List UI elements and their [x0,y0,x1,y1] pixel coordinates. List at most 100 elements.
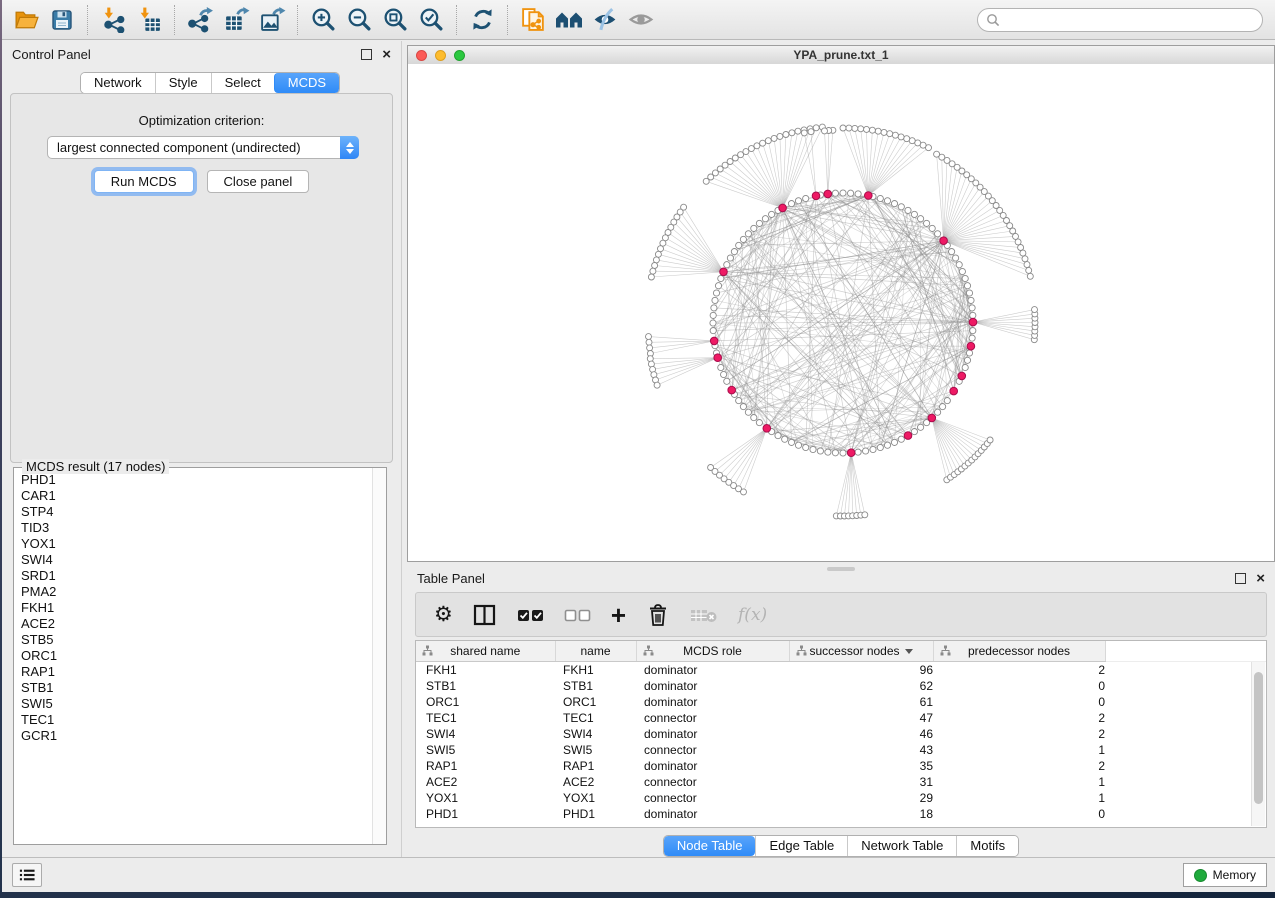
graph-node[interactable] [832,190,838,196]
graph-node[interactable] [855,449,861,455]
graph-leaf-node[interactable] [840,125,846,131]
mcds-result-item[interactable]: YOX1 [14,536,372,552]
graph-edge[interactable] [973,322,1035,335]
graph-leaf-node[interactable] [654,382,660,388]
graph-node[interactable] [863,448,869,454]
table-row[interactable]: TEC1TEC1connector472 [416,710,1266,726]
graph-node[interactable] [731,249,737,255]
mcds-result-item[interactable]: SWI5 [14,696,372,712]
graph-node[interactable] [775,433,781,439]
tab-mcds[interactable]: MCDS [274,73,339,93]
save-session-button[interactable] [44,3,80,37]
table-settings-button[interactable]: ⚙ [434,600,453,630]
graph-edge[interactable] [783,131,798,208]
graph-node[interactable] [712,297,718,303]
mcds-result-item[interactable]: CAR1 [14,488,372,504]
graph-leaf-node[interactable] [777,133,783,139]
graph-node[interactable] [756,220,762,226]
mcds-result-item[interactable]: FKH1 [14,600,372,616]
column-header-shared-name[interactable]: shared name [416,641,555,662]
graph-node[interactable] [944,398,950,404]
zoom-fit-button[interactable] [377,3,413,37]
graph-node[interactable] [710,320,716,326]
float-table-panel-icon[interactable] [1235,573,1246,584]
graph-edge[interactable] [653,358,718,370]
table-row[interactable]: FKH1FKH1dominator962 [416,662,1266,679]
graph-node[interactable] [751,415,757,421]
graph-node[interactable] [970,328,976,334]
graph-leaf-node[interactable] [754,143,760,149]
graph-node[interactable] [969,305,975,311]
graph-dominator-node[interactable] [847,449,855,457]
graph-node[interactable] [724,378,730,384]
graph-node[interactable] [956,262,962,268]
graph-edge[interactable] [932,418,965,466]
tab-motifs[interactable]: Motifs [956,836,1018,856]
graph-edge[interactable] [739,428,767,489]
graph-node[interactable] [825,449,831,455]
mcds-list-scrollbar[interactable] [372,468,386,844]
table-row[interactable]: SWI5SWI5connector431 [416,742,1266,758]
graph-node[interactable] [949,249,955,255]
graph-edge[interactable] [868,148,928,196]
graph-edge[interactable] [835,193,971,346]
graph-leaf-node[interactable] [646,334,652,340]
column-header-MCDS-role[interactable]: MCDS role [636,641,789,662]
graph-edge[interactable] [973,322,1035,327]
graph-dominator-node[interactable] [969,318,977,326]
graph-leaf-node[interactable] [650,268,656,274]
table-row[interactable]: SWI4SWI4dominator462 [416,726,1266,742]
graph-node[interactable] [769,211,775,217]
optimization-criterion-select[interactable]: largest connected component (undirected) [47,136,359,159]
graph-edge[interactable] [677,217,724,272]
close-table-panel-icon[interactable]: × [1256,574,1265,583]
graph-node[interactable] [935,231,941,237]
graph-node[interactable] [795,198,801,204]
graph-node[interactable] [966,350,972,356]
import-table-button[interactable] [131,3,167,37]
graph-edge[interactable] [748,234,894,443]
graph-node[interactable] [727,255,733,261]
column-header-successor-nodes[interactable]: successor nodes [789,641,933,662]
graph-edge[interactable] [973,314,1035,322]
graph-node[interactable] [756,420,762,426]
network-graph-canvas[interactable] [408,64,1274,561]
graph-dominator-node[interactable] [779,204,787,212]
graph-edge[interactable] [650,341,714,354]
add-column-button[interactable]: + [611,600,626,630]
import-network-button[interactable] [95,3,131,37]
graph-dominator-node[interactable] [720,268,728,276]
graph-leaf-node[interactable] [813,125,819,131]
open-file-button[interactable] [8,3,44,37]
graph-leaf-node[interactable] [892,132,898,138]
graph-leaf-node[interactable] [881,129,887,135]
table-row[interactable]: PHD1PHD1dominator180 [416,806,1266,822]
deselect-all-rows-button[interactable] [564,600,591,630]
graph-leaf-node[interactable] [904,136,910,142]
graph-node[interactable] [891,439,897,445]
graph-node[interactable] [924,220,930,226]
mcds-result-item[interactable]: TID3 [14,520,372,536]
graph-node[interactable] [740,404,746,410]
graph-node[interactable] [935,409,941,415]
graph-node[interactable] [870,446,876,452]
graph-node[interactable] [962,275,968,281]
graph-leaf-node[interactable] [647,345,653,351]
graph-leaf-node[interactable] [1022,256,1028,262]
graph-dominator-node[interactable] [763,425,771,433]
graph-node[interactable] [715,283,721,289]
show-all-button[interactable] [623,3,659,37]
graph-leaf-node[interactable] [748,146,754,152]
graph-node[interactable] [832,450,838,456]
refresh-layout-button[interactable] [464,3,500,37]
run-mcds-button[interactable]: Run MCDS [94,170,194,193]
graph-edge[interactable] [720,428,767,475]
graph-leaf-node[interactable] [1018,245,1024,251]
table-row[interactable]: ORC1ORC1dominator610 [416,694,1266,710]
graph-node[interactable] [745,409,751,415]
graph-edge[interactable] [868,139,906,196]
graph-node[interactable] [905,207,911,213]
graph-dominator-node[interactable] [824,190,832,198]
graph-node[interactable] [810,446,816,452]
graph-edge[interactable] [706,181,782,208]
